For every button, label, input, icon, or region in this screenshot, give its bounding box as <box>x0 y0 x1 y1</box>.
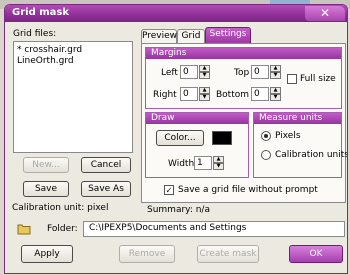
left-margin-label: Left <box>161 68 178 78</box>
grid-mask-dialog: Grid mask ✕ Grid files: * crosshair.grd … <box>4 4 348 274</box>
save-button[interactable]: Save <box>23 181 69 197</box>
left-margin-down-icon[interactable]: ▼ <box>199 72 210 79</box>
tab-grid[interactable]: Grid <box>177 29 205 43</box>
calibration-units-radio[interactable] <box>261 150 271 160</box>
title-bar[interactable]: Grid mask ✕ <box>5 5 347 22</box>
width-label: Width <box>168 159 195 169</box>
tab-settings[interactable]: Settings <box>205 27 251 43</box>
top-margin-up-icon[interactable]: ▲ <box>270 65 281 72</box>
close-icon[interactable]: ✕ <box>305 6 345 21</box>
full-size-label: Full size <box>300 74 336 84</box>
folder-label: Folder: <box>47 224 78 234</box>
calibration-unit-text: Calibration unit: pixel <box>12 203 109 213</box>
ok-button[interactable]: OK <box>289 245 343 263</box>
new-button[interactable]: New... <box>23 157 69 173</box>
grid-files-label: Grid files: <box>13 29 57 39</box>
settings-panel: Margins Left 0 ▲ ▼ Top 0 ▲ ▼ Full size R… <box>141 43 347 203</box>
cancel-button[interactable]: Cancel <box>81 157 131 173</box>
top-margin-down-icon[interactable]: ▼ <box>270 72 281 79</box>
folder-icon <box>17 223 31 235</box>
draw-header: Draw <box>146 113 248 124</box>
measure-units-header: Measure units <box>254 113 341 124</box>
save-as-button[interactable]: Save As <box>81 181 131 197</box>
list-item[interactable]: * crosshair.grd <box>14 45 132 56</box>
measure-units-group: Measure units Pixels Calibration units <box>253 112 347 178</box>
save-without-prompt-label: Save a grid file without prompt <box>178 185 318 195</box>
full-size-checkbox[interactable] <box>287 74 297 84</box>
apply-button[interactable]: Apply <box>21 245 73 263</box>
color-button[interactable]: Color... <box>156 130 204 146</box>
pixels-radio[interactable] <box>261 131 271 141</box>
margins-group: Margins Left 0 ▲ ▼ Top 0 ▲ ▼ Full size R… <box>145 47 342 109</box>
bottom-margin-input[interactable]: 0 <box>251 87 269 101</box>
window-title: Grid mask <box>12 7 69 18</box>
width-up-icon[interactable]: ▲ <box>213 156 224 163</box>
left-margin-up-icon[interactable]: ▲ <box>199 65 210 72</box>
right-margin-input[interactable]: 0 <box>180 87 198 101</box>
right-margin-label: Right <box>153 90 177 100</box>
save-without-prompt-checkbox[interactable]: ✓ <box>164 185 174 195</box>
top-margin-label: Top <box>234 68 250 78</box>
left-margin-input[interactable]: 0 <box>180 65 198 79</box>
margins-header: Margins <box>146 48 341 59</box>
color-swatch[interactable] <box>212 131 232 145</box>
bottom-margin-down-icon[interactable]: ▼ <box>270 94 281 101</box>
draw-group: Draw Color... Width 1 ▲ ▼ <box>145 112 249 178</box>
list-item[interactable]: LineOrth.grd <box>14 56 132 67</box>
create-mask-button[interactable]: Create mask <box>197 245 259 263</box>
top-margin-input[interactable]: 0 <box>251 65 269 79</box>
pixels-label: Pixels <box>275 131 301 141</box>
folder-path-field[interactable]: C:\IPEXP5\Documents and Settings <box>83 221 345 237</box>
grid-files-list[interactable]: * crosshair.grd LineOrth.grd <box>13 41 133 153</box>
bottom-margin-up-icon[interactable]: ▲ <box>270 87 281 94</box>
calibration-units-label: Calibration units <box>275 150 348 160</box>
right-margin-up-icon[interactable]: ▲ <box>199 87 210 94</box>
width-input[interactable]: 1 <box>194 156 212 170</box>
right-margin-down-icon[interactable]: ▼ <box>199 94 210 101</box>
summary-text: Summary: n/a <box>147 205 210 215</box>
width-down-icon[interactable]: ▼ <box>213 163 224 170</box>
bottom-margin-label: Bottom <box>216 90 250 100</box>
remove-button[interactable]: Remove <box>119 245 175 263</box>
tab-preview[interactable]: Preview <box>141 29 177 43</box>
